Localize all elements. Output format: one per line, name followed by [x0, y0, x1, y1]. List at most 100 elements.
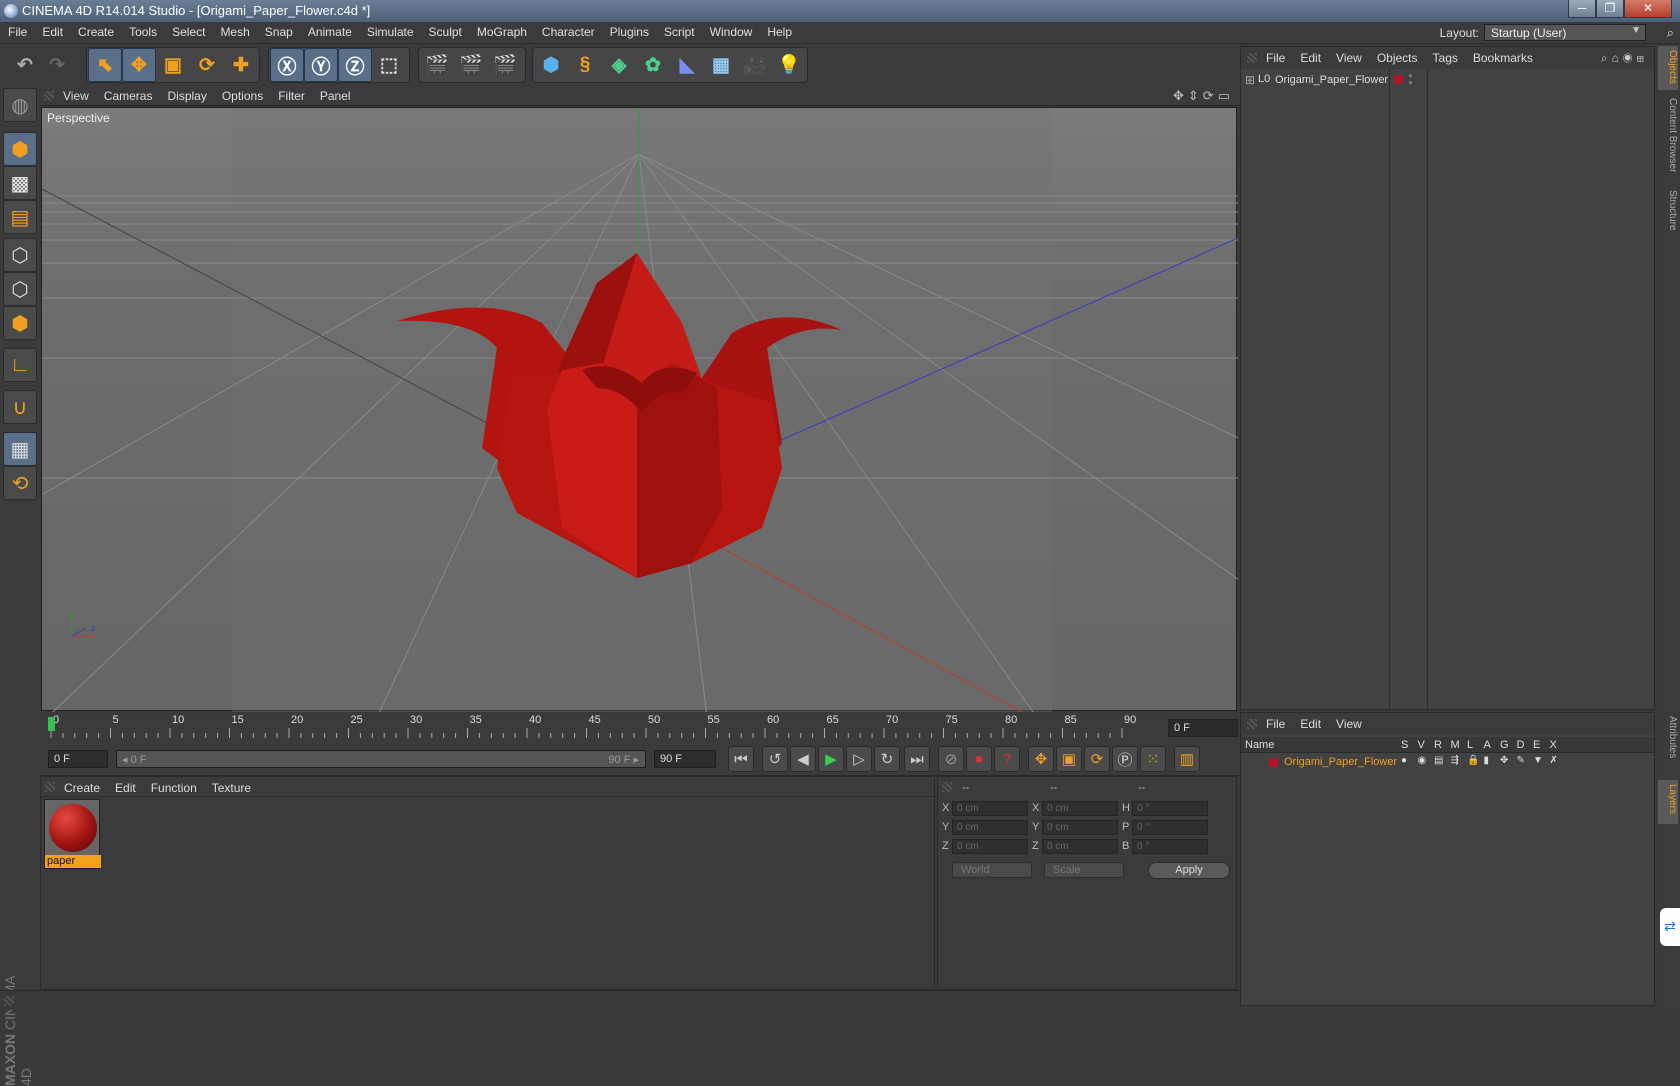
render-view-icon[interactable]: 🎬: [420, 48, 454, 82]
menu-simulate[interactable]: Simulate: [359, 22, 421, 44]
minimize-button[interactable]: ─: [1568, 0, 1596, 18]
coord-field-x-1[interactable]: 0 cm: [952, 801, 1028, 816]
material-menu-texture[interactable]: Texture: [203, 777, 257, 795]
layer-toggle-e-icon[interactable]: ▼: [1533, 755, 1543, 766]
viewport-menu-filter[interactable]: Filter: [269, 86, 311, 103]
maximize-button[interactable]: ❐: [1596, 0, 1624, 18]
points-mode-icon[interactable]: ⬡: [3, 238, 37, 272]
teamviewer-icon[interactable]: ⇄: [1660, 908, 1680, 946]
object-row[interactable]: ⊞ L0 Origami_Paper_Flower ● ●: [1241, 71, 1654, 89]
redo-icon[interactable]: ↷: [40, 48, 74, 82]
undo-icon[interactable]: ↶: [8, 48, 42, 82]
close-button[interactable]: ✕: [1624, 0, 1672, 18]
search-icon[interactable]: ⌕: [1667, 25, 1674, 41]
axis-mode-icon[interactable]: ∟: [3, 348, 37, 382]
menu-help[interactable]: Help: [759, 22, 799, 44]
panel-grip[interactable]: [45, 782, 55, 792]
menu-snap[interactable]: Snap: [257, 22, 300, 44]
keyframe-selection-icon[interactable]: ?: [994, 746, 1020, 772]
floor-icon[interactable]: ▦: [704, 48, 738, 82]
current-frame-field[interactable]: 0 F: [1168, 719, 1238, 737]
model-mode-icon[interactable]: ⬢: [3, 132, 37, 166]
material-menu-edit[interactable]: Edit: [106, 777, 142, 795]
panel-grip[interactable]: [1247, 719, 1257, 729]
scale-icon[interactable]: ▣: [156, 48, 190, 82]
record-keys-icon[interactable]: ⊘: [938, 746, 964, 772]
object-menu-objects[interactable]: Objects: [1368, 47, 1424, 65]
x-axis-icon[interactable]: Ⓧ: [270, 48, 304, 82]
layer-menu-view[interactable]: View: [1327, 713, 1368, 731]
coord-field-z-2[interactable]: 0 cm: [1042, 839, 1118, 854]
render-picture-viewer-icon[interactable]: 🎬: [454, 48, 488, 82]
viewport-menu-display[interactable]: Display: [158, 86, 212, 103]
layer-toggle-a-icon[interactable]: ▮: [1484, 755, 1490, 766]
live-selection-icon[interactable]: ⬉: [88, 48, 122, 82]
rotate-icon[interactable]: ⟳: [190, 48, 224, 82]
key-position-icon[interactable]: ✥: [1028, 746, 1054, 772]
coord-field-y-2[interactable]: 0 cm: [1042, 820, 1118, 835]
new-window-icon[interactable]: ⊞: [1636, 51, 1648, 65]
menu-mograph[interactable]: MoGraph: [469, 22, 534, 44]
viewport-menu-panel[interactable]: Panel: [311, 86, 357, 103]
scale-dropdown[interactable]: Scale: [1044, 862, 1124, 878]
z-axis-icon[interactable]: Ⓩ: [338, 48, 372, 82]
coord-field-z-1[interactable]: 0 cm: [952, 839, 1028, 854]
apply-button[interactable]: Apply: [1148, 862, 1230, 879]
viewport-menu-cameras[interactable]: Cameras: [95, 86, 159, 103]
layer-toggle-l-icon[interactable]: 🔒: [1467, 755, 1479, 766]
tab-objects[interactable]: Objects: [1658, 46, 1678, 90]
menu-file[interactable]: File: [0, 22, 34, 44]
menu-edit[interactable]: Edit: [34, 22, 70, 44]
layer-toggle-v-icon[interactable]: ◉: [1418, 755, 1427, 766]
coord-field-y-1[interactable]: 0 cm: [952, 820, 1028, 835]
render-settings-icon[interactable]: 🎬: [488, 48, 522, 82]
layer-toggle-r-icon[interactable]: ▤: [1434, 755, 1443, 766]
dolly-icon[interactable]: ⇕: [1188, 88, 1203, 103]
menu-create[interactable]: Create: [70, 22, 121, 44]
viewport-menu-view[interactable]: View: [54, 86, 95, 103]
layer-toggle-d-icon[interactable]: ✎: [1517, 755, 1525, 766]
visibility-dots-icon[interactable]: ● ●: [1408, 72, 1413, 87]
y-axis-icon[interactable]: Ⓨ: [304, 48, 338, 82]
camera-icon[interactable]: 🎥: [738, 48, 772, 82]
layer-toggle-s-icon[interactable]: ●: [1401, 755, 1407, 766]
material-menu-create[interactable]: Create: [55, 777, 106, 795]
timeline-ruler[interactable]: 0 5 10 15 20 25 30 35 40 45 50 55 60 65 70 75 80 85 90: [40, 714, 1240, 742]
playhead[interactable]: [48, 717, 55, 731]
layer-toggle-g-icon[interactable]: ✥: [1500, 755, 1508, 766]
viewport-menu-options[interactable]: Options: [213, 86, 269, 103]
make-editable-icon[interactable]: ◍: [3, 88, 37, 122]
panel-grip[interactable]: [1247, 53, 1257, 63]
layer-toggle-x-icon[interactable]: ✗: [1550, 755, 1558, 766]
menu-plugins[interactable]: Plugins: [602, 22, 656, 44]
coord-field-b-3[interactable]: 0 °: [1132, 839, 1208, 854]
move-icon[interactable]: ✥: [122, 48, 156, 82]
texture-mode-icon[interactable]: ▩: [3, 166, 37, 200]
key-point-level-icon[interactable]: ⁙: [1140, 746, 1166, 772]
polygons-mode-icon[interactable]: ⬢: [3, 306, 37, 340]
perspective-viewport[interactable]: Perspective y z x: [41, 107, 1238, 712]
edges-mode-icon[interactable]: ⬡: [3, 272, 37, 306]
snap-magnet-icon[interactable]: ∪: [3, 390, 37, 424]
menu-mesh[interactable]: Mesh: [212, 22, 256, 44]
spline-icon[interactable]: §: [568, 48, 602, 82]
key-rotation-icon[interactable]: ⟳: [1084, 746, 1110, 772]
search-icon[interactable]: ⌕: [1601, 51, 1612, 65]
material-menu-function[interactable]: Function: [142, 777, 203, 795]
panel-grip[interactable]: [44, 91, 54, 101]
coordinate-system-icon[interactable]: ⬚: [372, 48, 406, 82]
layout-select[interactable]: Startup (User) ▼: [1484, 24, 1646, 41]
start-frame-field[interactable]: 0 F: [48, 750, 108, 768]
layer-toggle-m-icon[interactable]: ⇶: [1451, 755, 1459, 766]
workplane-lock-icon[interactable]: ▦: [3, 432, 37, 466]
tab-layers[interactable]: Layers: [1658, 780, 1678, 824]
orbit-icon[interactable]: ⟳: [1203, 88, 1218, 103]
play-icon[interactable]: ▶: [818, 746, 844, 772]
menu-animate[interactable]: Animate: [300, 22, 359, 44]
object-menu-file[interactable]: File: [1257, 47, 1291, 65]
layer-menu-edit[interactable]: Edit: [1291, 713, 1327, 731]
menu-window[interactable]: Window: [702, 22, 760, 44]
deformer-icon[interactable]: ◣: [670, 48, 704, 82]
material-thumbnail[interactable]: paper: [44, 799, 101, 869]
array-icon[interactable]: ✿: [636, 48, 670, 82]
